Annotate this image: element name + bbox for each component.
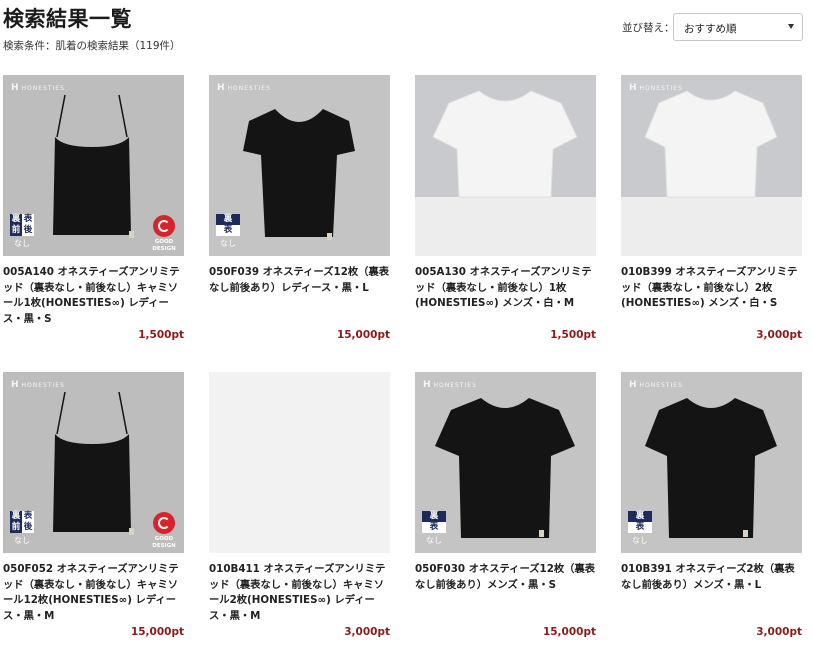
product-price: 15,000pt xyxy=(336,329,390,341)
product-card[interactable]: H HONESTIES 裏 表 前 後 なし GOOD DESIGN 005A14… xyxy=(3,75,184,351)
product-image[interactable]: H HONESTIES 裏 表 なし xyxy=(621,372,802,553)
sort-select[interactable]: おすすめ順 xyxy=(673,13,803,41)
product-name[interactable]: 010B399 オネスティーズアンリミテッド（裏表なし・前後なし）2枚(HONE… xyxy=(621,265,802,312)
sort-label: 並び替え： xyxy=(622,22,675,34)
page-title: 検索結果一覧 xyxy=(3,7,132,31)
product-image[interactable]: H HONESTIES xyxy=(621,75,802,256)
garment-tag xyxy=(129,528,134,535)
garment-tag xyxy=(129,231,134,238)
product-name[interactable]: 005A130 オネスティーズアンリミテッド（裏表なし・前後なし）1枚(HONE… xyxy=(415,265,596,312)
product-name[interactable]: 050F039 オネスティーズ12枚（裏表なし前後あり）レディース・黒・L xyxy=(209,265,390,296)
product-image-placeholder[interactable] xyxy=(209,372,390,553)
product-image[interactable]: H HONESTIES 裏 表 前 後 なし GOOD DESIGN xyxy=(3,75,184,256)
product-image[interactable]: H HONESTIES 裏 表 なし xyxy=(415,372,596,553)
product-card[interactable]: H HONESTIES 裏 表 なし 050F039 オネスティーズ12枚（裏表な… xyxy=(209,75,390,351)
garment-tag xyxy=(327,233,332,240)
product-card[interactable]: H HONESTIES 裏 表 なし 010B391 オネスティーズ2枚（裏表なし… xyxy=(621,372,802,648)
orientation-badge: 裏 表 前 後 なし xyxy=(10,214,34,248)
product-name[interactable]: 010B391 オネスティーズ2枚（裏表なし前後あり）メンズ・黒・L xyxy=(621,562,802,593)
product-price: 1,500pt xyxy=(138,329,184,341)
product-price: 3,000pt xyxy=(756,329,802,341)
product-card[interactable]: 010B411 オネスティーズアンリミテッド（裏表なし・前後なし）キャミソール2… xyxy=(209,372,390,648)
product-image[interactable] xyxy=(415,75,596,256)
product-card[interactable]: H HONESTIES 裏 表 なし 050F030 オネスティーズ12枚（裏表な… xyxy=(415,372,596,648)
good-design-icon: GOOD DESIGN xyxy=(151,512,177,550)
product-price: 1,500pt xyxy=(550,329,596,341)
product-price: 3,000pt xyxy=(756,626,802,638)
search-condition: 検索条件：肌着の検索結果（119件） xyxy=(3,40,181,52)
product-card[interactable]: 005A130 オネスティーズアンリミテッド（裏表なし・前後なし）1枚(HONE… xyxy=(415,75,596,351)
orientation-badge: 裏 表 前 後 なし xyxy=(10,511,34,545)
product-image[interactable]: H HONESTIES 裏 表 なし xyxy=(209,75,390,256)
product-image[interactable]: H HONESTIES 裏 表 前 後 なし GOOD DESIGN xyxy=(3,372,184,553)
product-card[interactable]: H HONESTIES 010B399 オネスティーズアンリミテッド（裏表なし・前… xyxy=(621,75,802,351)
product-card[interactable]: H HONESTIES 裏 表 前 後 なし GOOD DESIGN 050F05… xyxy=(3,372,184,648)
product-name[interactable]: 010B411 オネスティーズアンリミテッド（裏表なし・前後なし）キャミソール2… xyxy=(209,562,390,624)
product-price: 15,000pt xyxy=(130,626,184,638)
product-name[interactable]: 050F030 オネスティーズ12枚（裏表なし前後あり）メンズ・黒・S xyxy=(415,562,596,593)
good-design-icon: GOOD DESIGN xyxy=(151,215,177,253)
orientation-badge: 裏 表 なし xyxy=(422,511,446,546)
garment-tag xyxy=(539,530,544,537)
garment-tag xyxy=(743,530,748,537)
orientation-badge: 裏 表 なし xyxy=(628,511,652,546)
sort-select-value: おすすめ順 xyxy=(684,23,737,35)
product-name[interactable]: 050F052 オネスティーズアンリミテッド（裏表なし・前後なし）キャミソール1… xyxy=(3,562,184,624)
tshirt-illustration xyxy=(432,90,578,198)
tshirt-illustration xyxy=(644,90,778,198)
chevron-down-icon xyxy=(788,24,794,29)
product-price: 15,000pt xyxy=(542,626,596,638)
product-name[interactable]: 005A140 オネスティーズアンリミテッド（裏表なし・前後なし）キャミソール1… xyxy=(3,265,184,327)
orientation-badge: 裏 表 なし xyxy=(216,214,240,249)
product-price: 3,000pt xyxy=(344,626,390,638)
